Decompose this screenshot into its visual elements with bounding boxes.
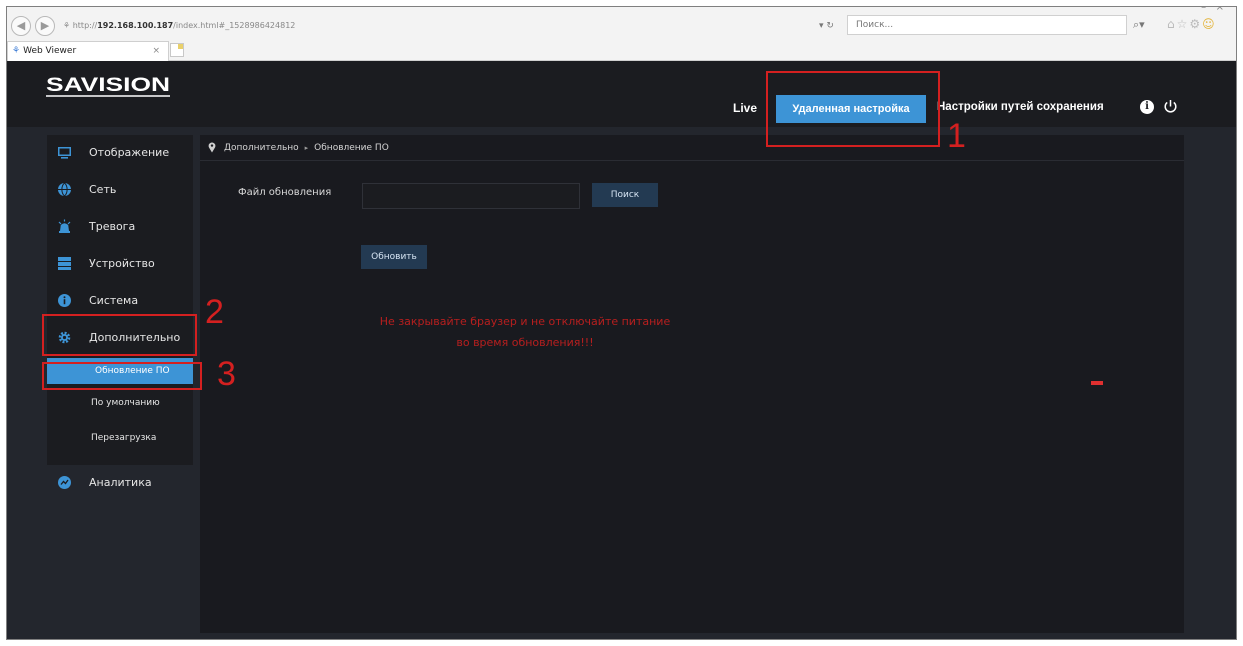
sidebar-subitem-reboot[interactable]: Перезагрузка [47, 425, 193, 451]
annotation-number: 2 [205, 293, 224, 331]
breadcrumb-item[interactable]: Дополнительно [224, 143, 299, 153]
toolbar-icons: ⌂☆⚙☺ [1167, 16, 1217, 32]
browser-chrome: ◀ ▶ ⚘ http://192.168.100.187/index.html#… [7, 7, 1236, 61]
sidebar: Отображение Сеть Тревога Устройство Сист… [47, 135, 193, 465]
tab-title: Web Viewer [23, 46, 77, 56]
sidebar-subitem-default[interactable]: По умолчанию [47, 390, 193, 416]
refresh-icon[interactable]: ▾ ↻ [819, 17, 834, 35]
smiley-icon[interactable]: ☺ [1202, 17, 1217, 31]
network-icon [58, 182, 71, 197]
sidebar-item-label: Тревога [89, 220, 136, 233]
update-button[interactable]: Обновить [361, 245, 427, 269]
sidebar-subitem-label: По умолчанию [91, 398, 160, 408]
annotation-number: 3 [217, 355, 236, 393]
address-host: 192.168.100.187 [97, 21, 174, 30]
content-panel: Дополнительно ▸ Обновление ПО Файл обновле… [200, 135, 1184, 633]
info-icon[interactable]: i [1140, 100, 1154, 114]
tab-close-icon[interactable]: × [152, 42, 160, 60]
red-marker [1091, 381, 1103, 385]
logo-text: SAVISION [46, 75, 170, 96]
close-icon[interactable]: × [1216, 7, 1224, 13]
sidebar-item-analytics[interactable]: Аналитика [47, 465, 193, 501]
search-icon[interactable]: ⌕▾ [1133, 17, 1145, 33]
nav-save-path-settings[interactable]: Настройки путей сохранения [937, 101, 1104, 113]
home-icon[interactable]: ⌂ [1167, 17, 1177, 31]
sidebar-item-network[interactable]: Сеть [47, 172, 193, 208]
power-icon[interactable] [1163, 99, 1178, 114]
file-path-input[interactable] [362, 183, 580, 209]
sidebar-item-label: Устройство [89, 257, 155, 270]
address-bar[interactable]: ⚘ http://192.168.100.187/index.html#_152… [63, 17, 843, 35]
forward-icon[interactable]: ▶ [35, 16, 55, 36]
browse-button[interactable]: Поиск [592, 183, 658, 207]
breadcrumb: Дополнительно ▸ Обновление ПО [200, 135, 1184, 161]
annotation-box-2 [42, 314, 197, 356]
new-tab-button[interactable] [170, 43, 184, 57]
browser-tab[interactable]: ⚘ Web Viewer × [7, 41, 169, 61]
app-header: SAVISION Live Удаленная настройка Настро… [7, 61, 1236, 127]
breadcrumb-separator: ▸ [304, 144, 309, 152]
window-controls: – × [1201, 7, 1224, 13]
display-icon [58, 147, 71, 159]
back-icon[interactable]: ◀ [11, 16, 31, 36]
annotation-box-1 [766, 71, 940, 147]
sidebar-subitem-label: Перезагрузка [91, 433, 157, 443]
screenshot-frame: ◀ ▶ ⚘ http://192.168.100.187/index.html#… [6, 6, 1237, 640]
device-icon [58, 257, 71, 270]
breadcrumb-item: Обновление ПО [314, 143, 389, 153]
file-label: Файл обновления [238, 187, 332, 198]
info-icon [58, 294, 71, 307]
sidebar-item-alarm[interactable]: Тревога [47, 209, 193, 245]
annotation-number: 1 [947, 117, 966, 155]
warning-line: Не закрывайте браузер и не отключайте пи… [379, 315, 671, 328]
minimize-icon[interactable]: – [1201, 7, 1206, 13]
page-icon: ⚘ [63, 21, 73, 30]
star-icon[interactable]: ☆ [1177, 17, 1190, 31]
sidebar-item-label: Отображение [89, 146, 170, 159]
location-pin-icon [208, 142, 216, 153]
sidebar-item-device[interactable]: Устройство [47, 246, 193, 282]
sidebar-item-display[interactable]: Отображение [47, 135, 193, 171]
alarm-icon [58, 219, 71, 233]
logo: SAVISION [46, 75, 170, 97]
analytics-icon [58, 476, 71, 489]
sidebar-item-label: Сеть [89, 183, 117, 196]
browser-search-input[interactable]: Поиск... [847, 15, 1127, 35]
address-rest: /index.html#_1528986424812 [173, 21, 296, 30]
breadcrumb-text: Дополнительно ▸ Обновление ПО [224, 135, 389, 161]
sidebar-item-label: Аналитика [89, 476, 152, 489]
nav-live[interactable]: Live [733, 101, 757, 115]
annotation-box-3 [42, 362, 202, 390]
address-prefix: http:// [72, 21, 98, 30]
warning-message: Не закрывайте браузер и не отключайте пи… [355, 311, 695, 353]
gear-icon[interactable]: ⚙ [1189, 17, 1202, 31]
page-icon: ⚘ [12, 46, 21, 56]
warning-line: во время обновления!!! [456, 336, 594, 349]
